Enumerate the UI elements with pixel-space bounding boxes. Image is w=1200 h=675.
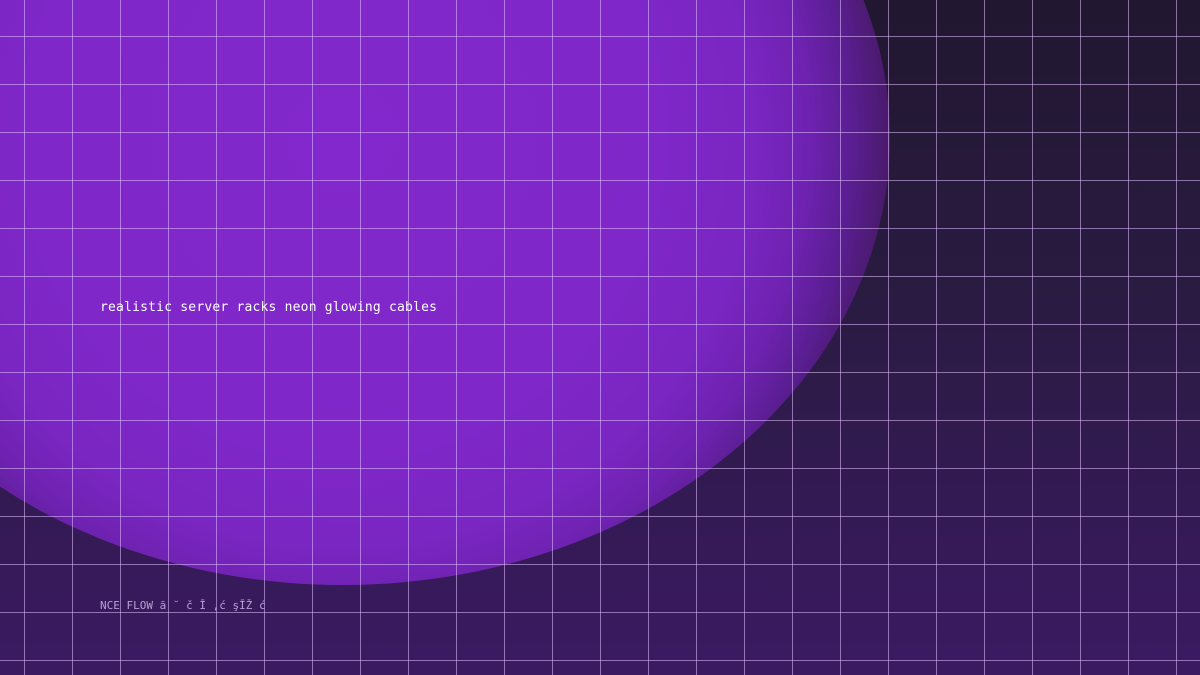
caption-text: realistic server racks neon glowing cabl… (100, 300, 438, 315)
grid-overlay (0, 0, 1200, 675)
background-canvas: realistic server racks neon glowing cabl… (0, 0, 1200, 675)
footer-text: NCE FLOW ā ˘ č Ī ,ć şĪŽ ć (100, 599, 266, 612)
